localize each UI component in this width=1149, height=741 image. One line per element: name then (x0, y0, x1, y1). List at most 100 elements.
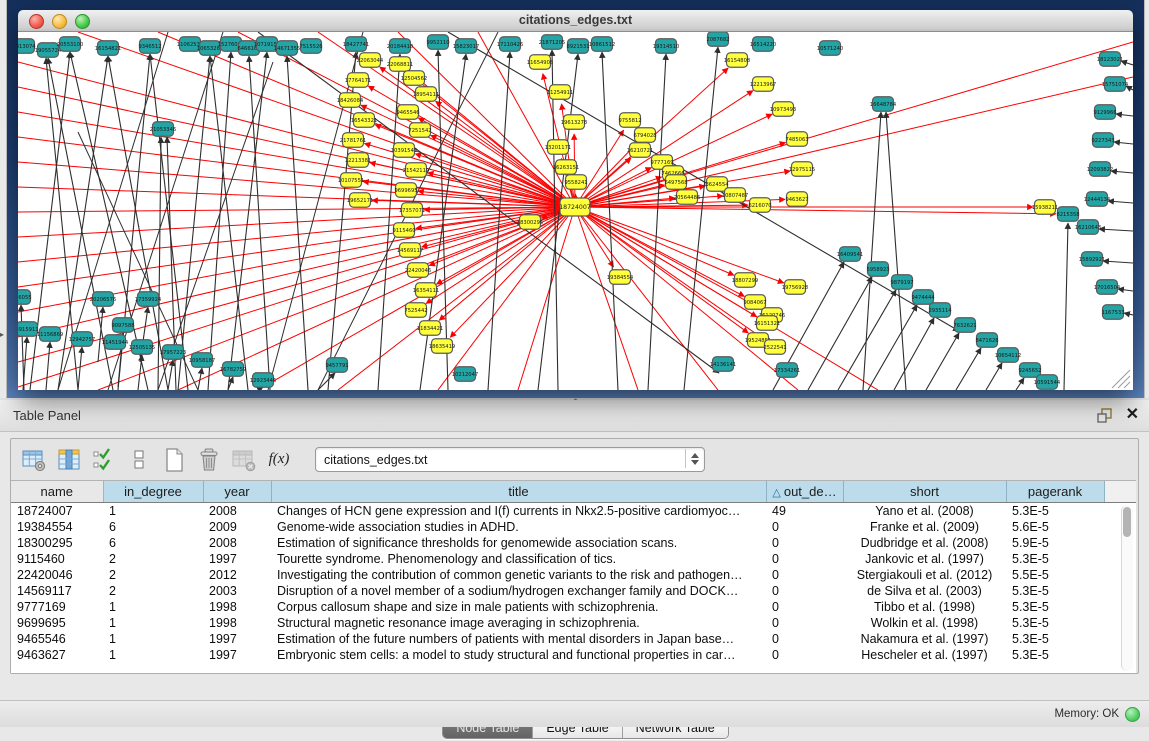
column-header-year[interactable]: year (203, 481, 271, 503)
network-node[interactable]: 19756928 (782, 280, 808, 295)
network-node[interactable]: 18123021 (1097, 52, 1123, 67)
network-node[interactable]: 18300295 (517, 215, 543, 230)
network-node[interactable]: 9463627 (785, 192, 808, 207)
network-node[interactable]: 9755812 (618, 113, 641, 128)
scrollbar-thumb[interactable] (1123, 507, 1131, 537)
network-node[interactable]: 9227343 (1091, 133, 1114, 148)
network-node[interactable]: 3915911 (18, 322, 39, 337)
network-node[interactable]: 15938211 (1032, 200, 1058, 215)
network-node[interactable]: 18426084 (337, 93, 364, 108)
network-node[interactable]: 16154808 (724, 53, 750, 68)
network-node[interactable]: 16514220 (750, 37, 776, 52)
network-node[interactable]: 10861512 (589, 37, 615, 52)
network-node[interactable]: 16409541 (837, 247, 863, 262)
network-node[interactable]: 7251542 (408, 123, 431, 138)
network-node[interactable]: 16210721 (627, 143, 653, 158)
network-node[interactable]: 11254911 (547, 85, 573, 100)
table-settings-icon[interactable] (19, 446, 49, 474)
network-node[interactable]: 21542119 (403, 163, 429, 178)
network-node[interactable]: 12504562 (401, 71, 427, 86)
network-node[interactable]: 2935114 (928, 303, 952, 318)
network-node[interactable]: 19314510 (653, 39, 679, 54)
network-node[interactable]: 9699695 (394, 183, 417, 198)
network-node[interactable]: 9465546 (396, 105, 419, 120)
network-node[interactable]: 18807299 (732, 273, 758, 288)
network-node[interactable]: 12505135 (129, 340, 155, 355)
row-height-icon[interactable] (124, 446, 154, 474)
network-window-titlebar[interactable]: citations_edges.txt (18, 10, 1133, 32)
network-node[interactable]: 15823017 (453, 39, 479, 54)
network-node[interactable]: 21781761 (340, 133, 366, 148)
network-node[interactable]: 10571240 (817, 41, 843, 56)
network-node[interactable]: 8471626 (975, 333, 998, 348)
table-row[interactable]: 1872400712008Changes of HCN gene express… (11, 503, 1136, 520)
delete-trash-icon[interactable] (194, 446, 224, 474)
network-node[interactable]: 20184410 (387, 39, 413, 54)
network-node[interactable]: 12444134 (1084, 192, 1111, 207)
function-builder-icon[interactable]: f(x) (264, 446, 294, 474)
network-node[interactable]: 9129966 (1093, 105, 1116, 120)
network-node[interactable]: 20553100 (57, 37, 83, 52)
network-node[interactable]: 17359924 (135, 292, 162, 307)
panel-collapse-arrow-icon[interactable]: ▸ (0, 331, 7, 339)
network-node[interactable]: 17110426 (497, 37, 523, 52)
network-node[interactable]: 2516055 (18, 290, 32, 305)
float-window-icon[interactable] (1096, 407, 1113, 424)
network-node[interactable]: 5958923 (866, 262, 889, 277)
network-node[interactable]: 16782759 (220, 362, 246, 377)
network-node[interactable]: 15751074 (1102, 77, 1129, 92)
network-node[interactable]: 2087682 (706, 32, 729, 46)
network-node[interactable]: 10212047 (452, 367, 478, 382)
network-node[interactable]: 17357071 (399, 203, 425, 218)
network-node[interactable]: 18954111 (413, 87, 439, 102)
table-selector-dropdown[interactable]: citations_edges.txt (315, 447, 705, 472)
table-vertical-scrollbar[interactable] (1121, 505, 1133, 671)
network-node[interactable]: 7632621 (953, 318, 976, 333)
network-node[interactable]: 19384554 (607, 270, 634, 285)
network-node[interactable]: 22068811 (387, 57, 413, 72)
table-row[interactable]: 946554611997Estimation of the future num… (11, 631, 1136, 647)
network-node[interactable]: 12923446 (250, 373, 276, 388)
network-node[interactable]: 12213381 (345, 153, 371, 168)
network-node[interactable]: 8921531 (566, 39, 589, 54)
table-row[interactable]: 977716911998Corpus callosum shape and si… (11, 599, 1136, 615)
network-node[interactable]: 21053346 (150, 122, 176, 137)
network-node[interactable]: 14569117 (397, 243, 423, 258)
network-node[interactable]: 19613278 (561, 115, 587, 130)
network-node[interactable]: 22420046 (405, 263, 431, 278)
network-node[interactable]: 17957223 (160, 345, 186, 360)
network-node[interactable]: 16151321 (754, 316, 780, 331)
network-node[interactable]: 11156869 (37, 327, 63, 342)
network-node[interactable]: 7485063 (785, 132, 808, 147)
network-node[interactable]: 9952110 (426, 35, 449, 50)
network-node[interactable]: 6794028 (633, 128, 656, 143)
network-node[interactable]: 16263151 (553, 160, 579, 175)
network-node[interactable]: 9084067 (743, 295, 766, 310)
column-header-out_degree[interactable]: △out_de… (766, 481, 843, 503)
network-node[interactable]: 12942757 (69, 332, 95, 347)
column-header-pagerank[interactable]: pagerank (1006, 481, 1104, 503)
network-node[interactable]: 8215358 (1056, 207, 1079, 222)
network-node[interactable]: 18724007 (559, 198, 591, 216)
network-node[interactable]: 1167533 (1101, 305, 1124, 320)
column-header-in_degree[interactable]: in_degree (103, 481, 203, 503)
table-row[interactable]: 911546021997Tourette syndrome. Phenomeno… (11, 551, 1136, 567)
table-row[interactable]: 1938455462009Genome-wide association stu… (11, 519, 1136, 535)
network-node[interactable]: 10591544 (1034, 375, 1061, 390)
network-node[interactable]: 16154821 (95, 41, 121, 56)
network-node[interactable]: 2522541 (763, 340, 786, 355)
row-checks-icon[interactable] (89, 446, 119, 474)
network-node[interactable]: 7525442 (404, 303, 427, 318)
network-node[interactable]: 10107551 (338, 173, 364, 188)
new-document-icon[interactable] (159, 446, 189, 474)
network-node[interactable]: 9457791 (325, 358, 348, 373)
network-node[interactable]: 7515526 (299, 39, 322, 54)
table-row[interactable]: 946362711997Embryonic stem cells: a mode… (11, 647, 1136, 663)
table-row[interactable]: 2242004622012Investigating the contribut… (11, 567, 1136, 583)
network-node[interactable]: 10807487 (722, 188, 748, 203)
network-node[interactable]: 17016504 (1094, 280, 1121, 295)
close-panel-icon[interactable]: ✕ (1126, 405, 1139, 425)
network-node[interactable]: 9879197 (890, 275, 913, 290)
network-node[interactable]: 10958187 (189, 353, 215, 368)
network-node[interactable]: 16354111 (413, 283, 439, 298)
